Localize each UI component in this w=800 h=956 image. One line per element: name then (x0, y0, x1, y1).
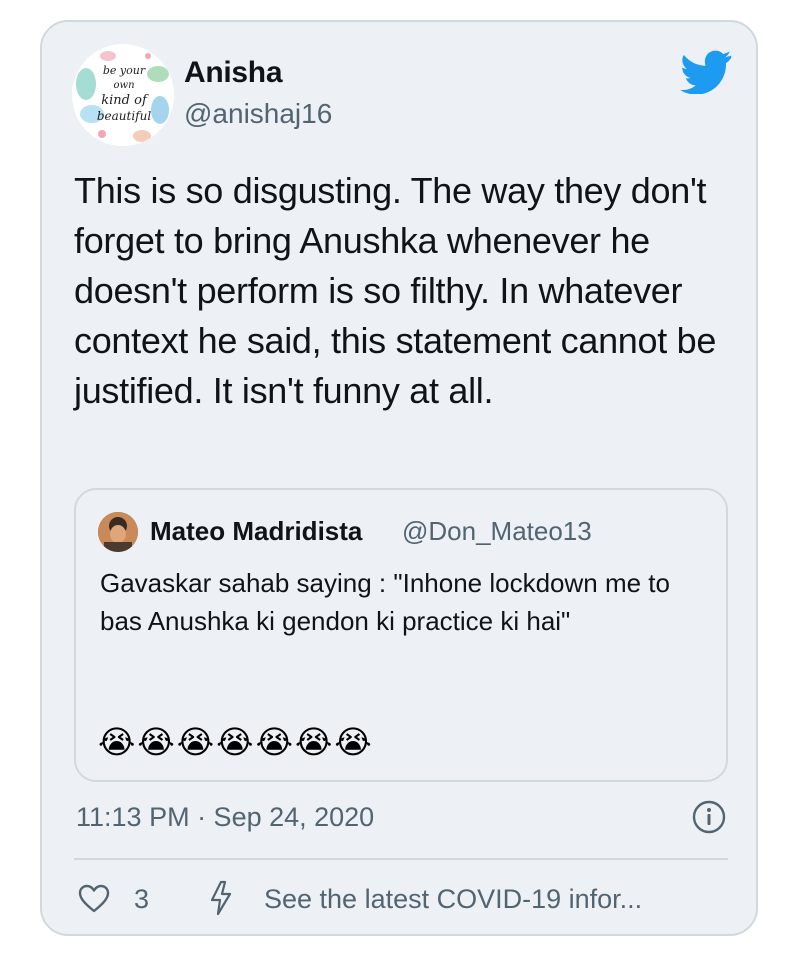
author-avatar[interactable]: be your own kind of beautiful (72, 44, 174, 146)
like-count[interactable]: 3 (134, 884, 149, 915)
svg-text:own: own (113, 80, 134, 91)
avatar-text-line-1: be your (103, 64, 146, 77)
twitter-bird-icon[interactable] (680, 50, 732, 94)
divider (74, 858, 728, 860)
covid-info-link[interactable]: See the latest COVID-19 infor... (264, 884, 642, 915)
author-name[interactable]: Anisha (184, 56, 283, 90)
quoted-avatar-image (98, 512, 138, 552)
tweet-card: be your own kind of beautiful Anisha @an… (40, 20, 758, 936)
tweet-timestamp[interactable]: 11:13 PM · Sep 24, 2020 (76, 802, 374, 833)
quoted-tweet-emoji: 😭😭😭😭😭😭😭 (98, 724, 374, 760)
avatar-image: be your own kind of beautiful (72, 44, 174, 146)
svg-text:beautiful: beautiful (97, 109, 151, 123)
quoted-author-handle[interactable]: @Don_Mateo13 (402, 516, 592, 547)
quoted-author-name[interactable]: Mateo Madridista (150, 516, 362, 547)
quoted-tweet-text: Gavaskar sahab saying : "Inhone lockdown… (100, 568, 670, 636)
quoted-tweet[interactable]: Mateo Madridista @Don_Mateo13 Gavaskar s… (74, 488, 728, 782)
author-handle[interactable]: @anishaj16 (184, 98, 332, 130)
quoted-author-avatar[interactable] (98, 512, 138, 552)
lightning-bolt-icon[interactable] (208, 880, 234, 916)
heart-icon[interactable] (78, 884, 110, 914)
tweet-text: This is so disgusting. The way they don'… (74, 170, 717, 411)
svg-text:kind of: kind of (101, 93, 149, 108)
info-icon[interactable] (692, 800, 726, 834)
